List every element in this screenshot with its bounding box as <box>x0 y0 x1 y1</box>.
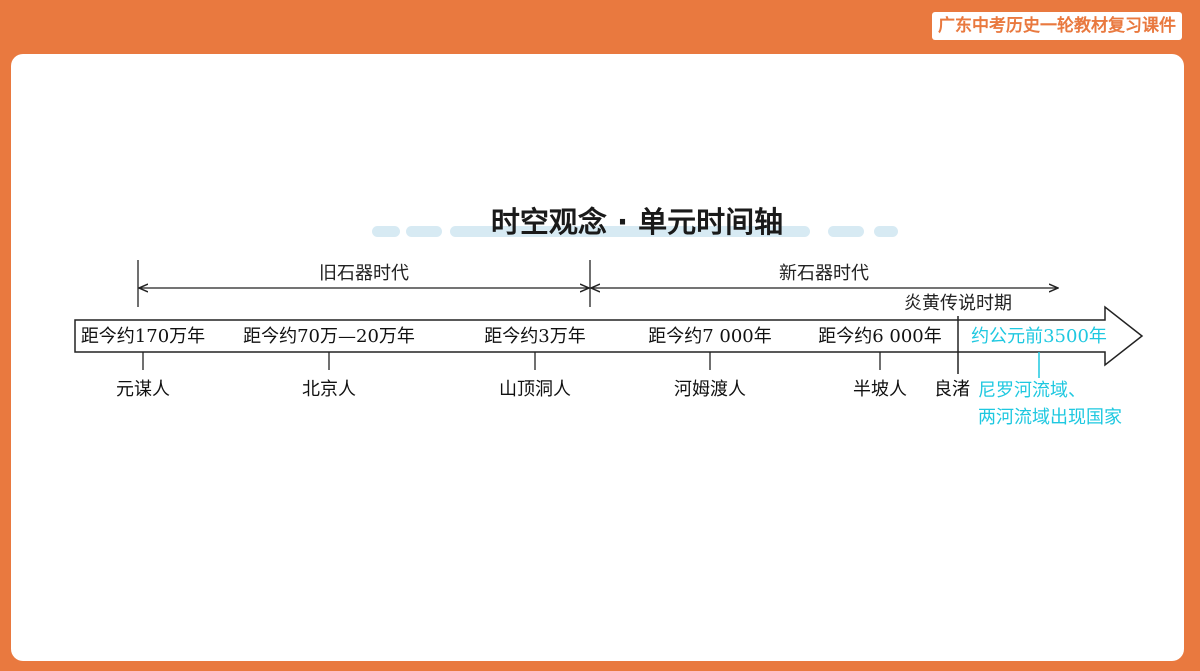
time-label: 距今约3万年 <box>484 326 585 347</box>
site-label: 元谋人 <box>116 379 170 400</box>
time-label: 距今约6 000年 <box>818 326 942 347</box>
title-deco-pill <box>828 226 864 237</box>
site-label: 半坡人 <box>853 379 907 400</box>
site-label: 河姆渡人 <box>674 379 746 400</box>
timeline-diagram: 时空观念 · 单元时间轴 旧石器时代 新石器时代 炎黄传说时期 距今约170万年… <box>74 205 1144 428</box>
highlight-event-line1: 尼罗河流域、 <box>978 380 1086 401</box>
title-deco-pill <box>372 226 400 237</box>
time-label: 距今约7 000年 <box>648 326 772 347</box>
period-label-paleolithic: 旧石器时代 <box>319 263 409 284</box>
diagram-title: 时空观念 · 单元时间轴 <box>491 205 783 239</box>
time-label: 距今约70万—20万年 <box>243 326 415 347</box>
highlight-time-label: 约公元前3500年 <box>971 326 1107 347</box>
title-deco-pill <box>874 226 898 237</box>
period-label-neolithic: 新石器时代 <box>779 263 869 284</box>
title-deco-pill <box>406 226 442 237</box>
highlight-event-line2: 两河流域出现国家 <box>978 407 1122 428</box>
site-label: 良渚 <box>934 379 970 400</box>
site-label: 北京人 <box>302 379 356 400</box>
period-label-yanhuang: 炎黄传说时期 <box>904 293 1012 314</box>
time-label: 距今约170万年 <box>81 326 205 347</box>
site-label: 山顶洞人 <box>499 379 571 400</box>
